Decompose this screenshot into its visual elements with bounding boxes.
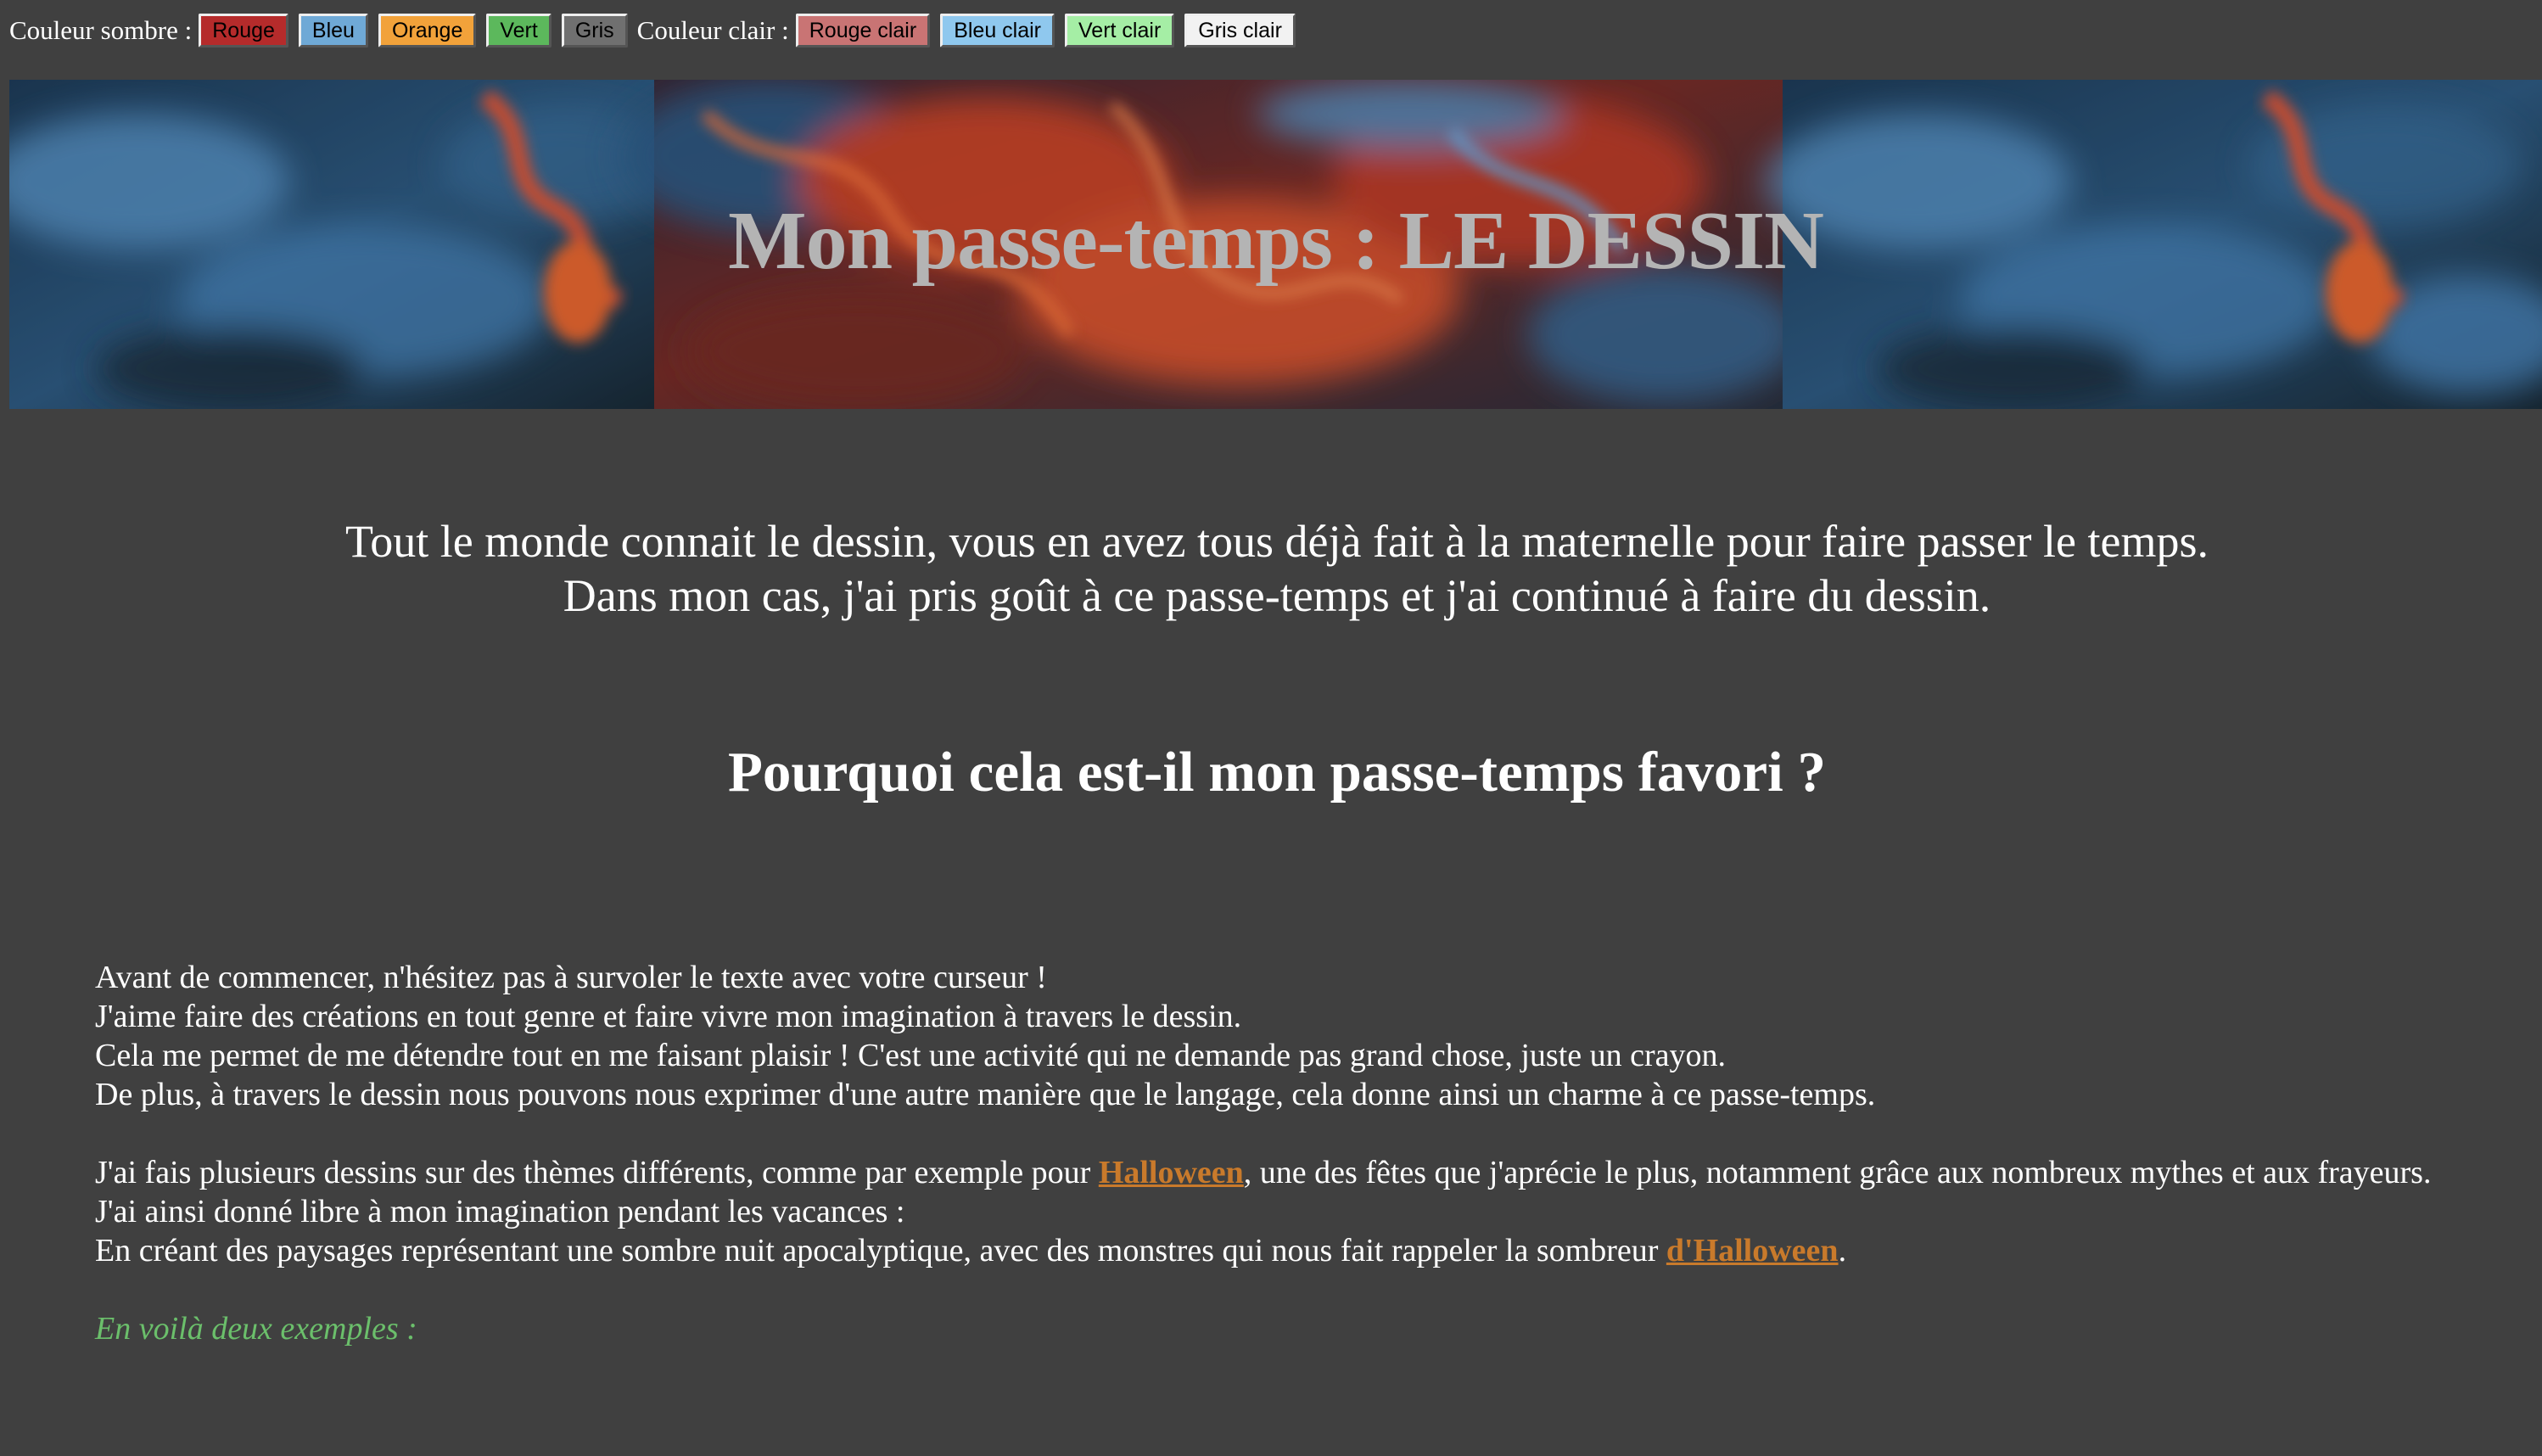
theme-button-rouge-clair[interactable]: Rouge clair (795, 14, 931, 48)
theme-button-bleu-clair[interactable]: Bleu clair (940, 14, 1055, 48)
examples-heading: En voilà deux exemples : (95, 1311, 417, 1347)
paragraph-line: De plus, à travers le dessin nous pouvon… (95, 1077, 1876, 1112)
paragraph-line: J'ai ainsi donné libre à mon imagination… (95, 1194, 905, 1229)
paragraph-halloween: J'ai fais plusieurs dessins sur des thèm… (95, 1153, 2454, 1192)
dark-theme-label: Couleur sombre : (9, 15, 193, 45)
paragraph-line: J'aime faire des créations en tout genre… (95, 999, 1242, 1034)
intro-line-2: Dans mon cas, j'ai pris goût à ce passe-… (563, 570, 1991, 621)
theme-button-rouge[interactable]: Rouge (199, 14, 288, 48)
banner-title-container: Mon passe-temps : LE DESSIN (9, 190, 2542, 292)
header-banner: Mon passe-temps : LE DESSIN (9, 80, 2542, 409)
section-title: Pourquoi cela est-il mon passe-temps fav… (727, 741, 1826, 804)
main-body-text: Avant de commencer, n'hésitez pas à surv… (95, 958, 2454, 1348)
paragraph-line: Cela me permet de me détendre tout en me… (95, 1038, 1727, 1073)
halloween-link[interactable]: Halloween (1099, 1155, 1244, 1190)
theme-button-gris-clair[interactable]: Gris clair (1184, 14, 1296, 48)
theme-button-gris[interactable]: Gris (561, 14, 628, 48)
paragraph-text: J'ai fais plusieurs dessins sur des thèm… (95, 1155, 1099, 1190)
intro-line-1: Tout le monde connait le dessin, vous en… (345, 516, 2209, 567)
light-theme-label: Couleur clair : (636, 15, 789, 45)
intro-text: Tout le monde connait le dessin, vous en… (0, 514, 2542, 623)
page-title: Mon passe-temps : LE DESSIN (728, 195, 1824, 287)
paragraph-halloween-2: En créant des paysages représentant une … (95, 1231, 2454, 1270)
theme-button-orange[interactable]: Orange (378, 14, 477, 48)
paragraph-text: En créant des paysages représentant une … (95, 1233, 1666, 1268)
paragraph-text: , une des fêtes que j'aprécie le plus, n… (1243, 1155, 2432, 1190)
paragraph-line: Avant de commencer, n'hésitez pas à surv… (95, 960, 1047, 995)
paragraph-text: . (1838, 1233, 1847, 1268)
theme-button-bleu[interactable]: Bleu (298, 14, 368, 48)
halloween-link-2[interactable]: d'Halloween (1666, 1233, 1839, 1268)
theme-button-vert[interactable]: Vert (486, 14, 552, 48)
theme-bar: Couleur sombre : Rouge Bleu Orange Vert … (9, 12, 1306, 49)
theme-button-vert-clair[interactable]: Vert clair (1065, 14, 1175, 48)
